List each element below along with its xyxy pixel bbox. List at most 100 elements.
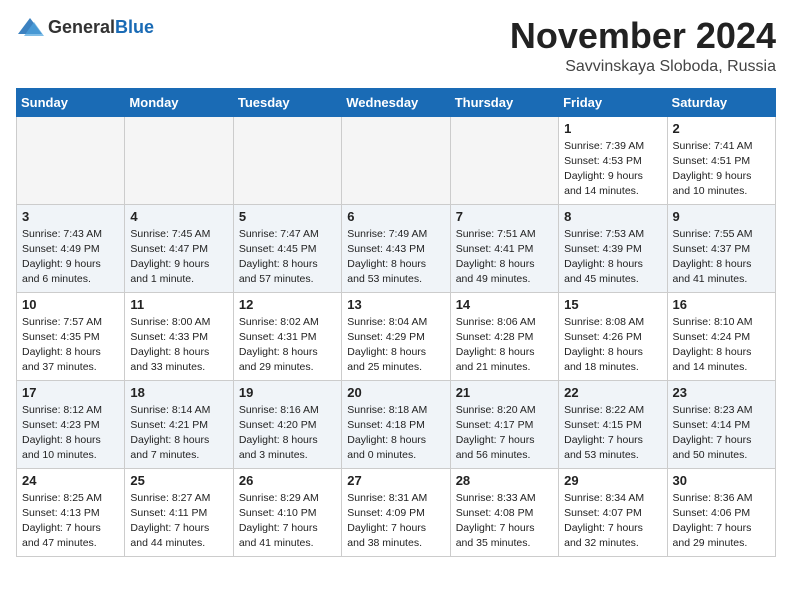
table-row: 28 Sunrise: 8:33 AM Sunset: 4:08 PM Dayli…	[450, 468, 558, 556]
table-row: 8Sunrise: 7:53 AM Sunset: 4:39 PM Daylig…	[559, 204, 667, 292]
day-info: Sunrise: 7:55 AM Sunset: 4:37 PM Dayligh…	[673, 227, 770, 288]
day-info: Sunrise: 8:33 AM Sunset: 4:08 PM Dayligh…	[456, 491, 553, 552]
table-row: 12Sunrise: 8:02 AM Sunset: 4:31 PM Dayli…	[233, 292, 341, 380]
day-number: 16	[673, 297, 770, 312]
day-info: Sunrise: 8:20 AM Sunset: 4:17 PM Dayligh…	[456, 403, 553, 464]
table-row: 17 Sunrise: 8:12 AM Sunset: 4:23 PM Dayli…	[17, 380, 125, 468]
day-number: 19	[239, 385, 336, 400]
calendar-table: Sunday Monday Tuesday Wednesday Thursday…	[16, 88, 776, 557]
table-row: 14 Sunrise: 8:06 AM Sunset: 4:28 PM Dayli…	[450, 292, 558, 380]
day-info: Sunrise: 7:43 AM Sunset: 4:49 PM Dayligh…	[22, 227, 119, 288]
day-info: Sunrise: 8:16 AM Sunset: 4:20 PM Dayligh…	[239, 403, 336, 464]
table-row	[17, 116, 125, 204]
page-header: GeneralBlue November 2024 Savvinskaya Sl…	[16, 16, 776, 76]
calendar-week-row: 3 Sunrise: 7:43 AM Sunset: 4:49 PM Daylig…	[17, 204, 776, 292]
day-number: 15	[564, 297, 661, 312]
table-row: 9Sunrise: 7:55 AM Sunset: 4:37 PM Daylig…	[667, 204, 775, 292]
col-friday: Friday	[559, 88, 667, 116]
table-row: 19 Sunrise: 8:16 AM Sunset: 4:20 PM Dayli…	[233, 380, 341, 468]
day-info: Sunrise: 8:22 AM Sunset: 4:15 PM Dayligh…	[564, 403, 661, 464]
day-number: 27	[347, 473, 444, 488]
day-number: 21	[456, 385, 553, 400]
day-number: 6	[347, 209, 444, 224]
table-row: 20 Sunrise: 8:18 AM Sunset: 4:18 PM Dayli…	[342, 380, 450, 468]
day-info: Sunrise: 8:27 AM Sunset: 4:11 PM Dayligh…	[130, 491, 227, 552]
day-info: Sunrise: 7:39 AM Sunset: 4:53 PM Dayligh…	[564, 139, 661, 200]
day-info: Sunrise: 7:57 AM Sunset: 4:35 PM Dayligh…	[22, 315, 119, 376]
day-number: 23	[673, 385, 770, 400]
day-info: Sunrise: 8:25 AM Sunset: 4:13 PM Dayligh…	[22, 491, 119, 552]
day-number: 22	[564, 385, 661, 400]
table-row: 6 Sunrise: 7:49 AM Sunset: 4:43 PM Daylig…	[342, 204, 450, 292]
calendar-week-row: 24 Sunrise: 8:25 AM Sunset: 4:13 PM Dayli…	[17, 468, 776, 556]
logo-icon	[16, 16, 44, 38]
col-sunday: Sunday	[17, 88, 125, 116]
day-info: Sunrise: 7:51 AM Sunset: 4:41 PM Dayligh…	[456, 227, 553, 288]
logo-text: GeneralBlue	[48, 17, 154, 38]
table-row: 3 Sunrise: 7:43 AM Sunset: 4:49 PM Daylig…	[17, 204, 125, 292]
day-number: 2	[673, 121, 770, 136]
day-info: Sunrise: 8:36 AM Sunset: 4:06 PM Dayligh…	[673, 491, 770, 552]
day-number: 1	[564, 121, 661, 136]
day-number: 7	[456, 209, 553, 224]
table-row	[233, 116, 341, 204]
day-info: Sunrise: 7:49 AM Sunset: 4:43 PM Dayligh…	[347, 227, 444, 288]
table-row: 10Sunrise: 7:57 AM Sunset: 4:35 PM Dayli…	[17, 292, 125, 380]
table-row: 5 Sunrise: 7:47 AM Sunset: 4:45 PM Daylig…	[233, 204, 341, 292]
day-number: 29	[564, 473, 661, 488]
calendar-week-row: 17 Sunrise: 8:12 AM Sunset: 4:23 PM Dayli…	[17, 380, 776, 468]
day-info: Sunrise: 7:41 AM Sunset: 4:51 PM Dayligh…	[673, 139, 770, 200]
month-year-title: November 2024	[510, 16, 776, 56]
col-monday: Monday	[125, 88, 233, 116]
location-subtitle: Savvinskaya Sloboda, Russia	[510, 58, 776, 76]
day-number: 26	[239, 473, 336, 488]
day-number: 18	[130, 385, 227, 400]
table-row: 7 Sunrise: 7:51 AM Sunset: 4:41 PM Daylig…	[450, 204, 558, 292]
day-info: Sunrise: 8:12 AM Sunset: 4:23 PM Dayligh…	[22, 403, 119, 464]
day-number: 12	[239, 297, 336, 312]
day-number: 17	[22, 385, 119, 400]
table-row: 26 Sunrise: 8:29 AM Sunset: 4:10 PM Dayli…	[233, 468, 341, 556]
day-info: Sunrise: 8:34 AM Sunset: 4:07 PM Dayligh…	[564, 491, 661, 552]
day-number: 24	[22, 473, 119, 488]
logo: GeneralBlue	[16, 16, 154, 38]
table-row	[125, 116, 233, 204]
day-info: Sunrise: 7:47 AM Sunset: 4:45 PM Dayligh…	[239, 227, 336, 288]
table-row: 4Sunrise: 7:45 AM Sunset: 4:47 PM Daylig…	[125, 204, 233, 292]
day-number: 20	[347, 385, 444, 400]
day-number: 5	[239, 209, 336, 224]
table-row	[450, 116, 558, 204]
day-info: Sunrise: 8:06 AM Sunset: 4:28 PM Dayligh…	[456, 315, 553, 376]
day-number: 13	[347, 297, 444, 312]
day-info: Sunrise: 8:04 AM Sunset: 4:29 PM Dayligh…	[347, 315, 444, 376]
day-info: Sunrise: 8:08 AM Sunset: 4:26 PM Dayligh…	[564, 315, 661, 376]
table-row: 22 Sunrise: 8:22 AM Sunset: 4:15 PM Dayli…	[559, 380, 667, 468]
col-saturday: Saturday	[667, 88, 775, 116]
day-info: Sunrise: 8:10 AM Sunset: 4:24 PM Dayligh…	[673, 315, 770, 376]
title-section: November 2024 Savvinskaya Sloboda, Russi…	[510, 16, 776, 76]
day-number: 14	[456, 297, 553, 312]
col-tuesday: Tuesday	[233, 88, 341, 116]
day-number: 3	[22, 209, 119, 224]
table-row: 23 Sunrise: 8:23 AM Sunset: 4:14 PM Dayli…	[667, 380, 775, 468]
day-info: Sunrise: 8:00 AM Sunset: 4:33 PM Dayligh…	[130, 315, 227, 376]
table-row: 13 Sunrise: 8:04 AM Sunset: 4:29 PM Dayli…	[342, 292, 450, 380]
day-info: Sunrise: 8:18 AM Sunset: 4:18 PM Dayligh…	[347, 403, 444, 464]
day-info: Sunrise: 7:53 AM Sunset: 4:39 PM Dayligh…	[564, 227, 661, 288]
day-info: Sunrise: 8:29 AM Sunset: 4:10 PM Dayligh…	[239, 491, 336, 552]
table-row: 2 Sunrise: 7:41 AM Sunset: 4:51 PM Daylig…	[667, 116, 775, 204]
table-row: 21 Sunrise: 8:20 AM Sunset: 4:17 PM Dayli…	[450, 380, 558, 468]
calendar-header-row: Sunday Monday Tuesday Wednesday Thursday…	[17, 88, 776, 116]
day-info: Sunrise: 8:14 AM Sunset: 4:21 PM Dayligh…	[130, 403, 227, 464]
table-row	[342, 116, 450, 204]
day-number: 28	[456, 473, 553, 488]
day-number: 25	[130, 473, 227, 488]
table-row: 25 Sunrise: 8:27 AM Sunset: 4:11 PM Dayli…	[125, 468, 233, 556]
day-info: Sunrise: 8:23 AM Sunset: 4:14 PM Dayligh…	[673, 403, 770, 464]
table-row: 15 Sunrise: 8:08 AM Sunset: 4:26 PM Dayli…	[559, 292, 667, 380]
table-row: 18 Sunrise: 8:14 AM Sunset: 4:21 PM Dayli…	[125, 380, 233, 468]
day-number: 11	[130, 297, 227, 312]
col-thursday: Thursday	[450, 88, 558, 116]
table-row: 27Sunrise: 8:31 AM Sunset: 4:09 PM Dayli…	[342, 468, 450, 556]
day-info: Sunrise: 7:45 AM Sunset: 4:47 PM Dayligh…	[130, 227, 227, 288]
